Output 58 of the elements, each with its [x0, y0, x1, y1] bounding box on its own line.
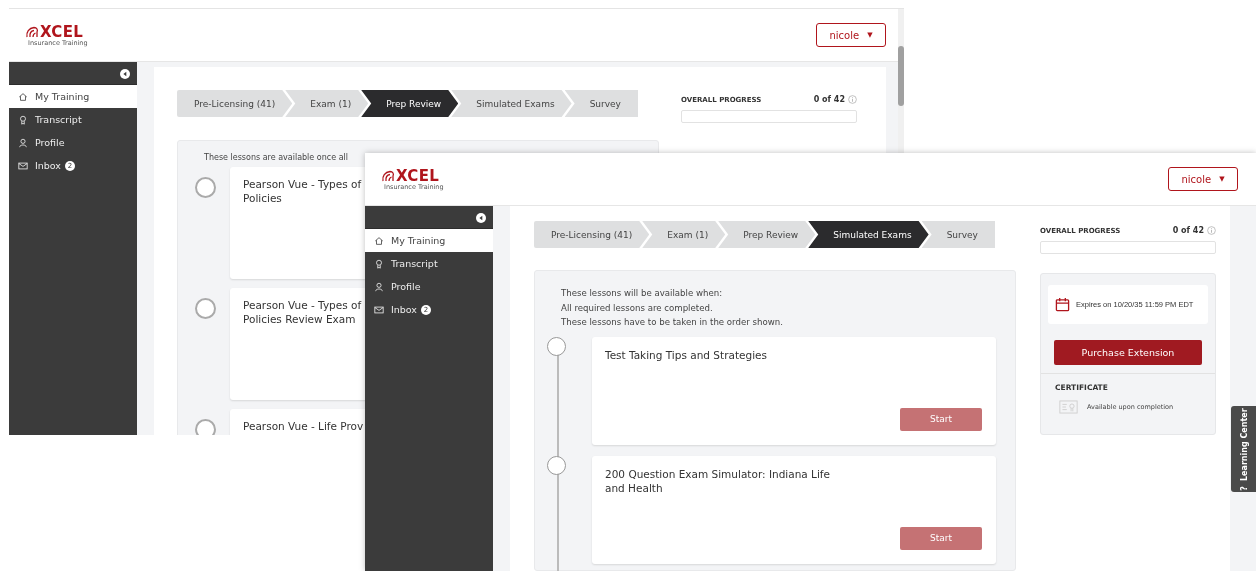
- lesson-status-circle: [195, 298, 216, 319]
- step-tab[interactable]: Survey: [921, 221, 995, 248]
- progress-count: 0 of 42: [1172, 226, 1204, 235]
- ribbon-icon: [18, 114, 28, 125]
- sidebar-item[interactable]: My Training: [365, 229, 493, 252]
- sidebar-item[interactable]: Transcript: [9, 108, 137, 131]
- logo-text: XCEL: [396, 168, 440, 184]
- lesson-status-circle: [195, 177, 216, 198]
- learning-center-tab[interactable]: ? Learning Center: [1231, 406, 1256, 492]
- info-icon[interactable]: [1207, 226, 1216, 235]
- lessons-note: All required lessons are completed.: [561, 301, 714, 315]
- purchase-extension-button[interactable]: Purchase Extension: [1054, 340, 1202, 365]
- sidebar-item-label: My Training: [35, 91, 90, 102]
- sidebar-item-label: Inbox: [391, 304, 417, 315]
- step-tab[interactable]: Survey: [564, 90, 638, 117]
- step-tab[interactable]: Exam (1): [642, 221, 726, 248]
- lesson-title: 200 Question Exam Simulator: Indiana Life and Health: [605, 466, 830, 495]
- sidebar-item[interactable]: Profile: [365, 275, 493, 298]
- lesson-title: Pearson Vue - Types of Policies: [243, 177, 362, 205]
- progress-count: 0 of 42: [813, 95, 845, 104]
- step-tab[interactable]: Exam (1): [285, 90, 369, 117]
- scrollbar[interactable]: [898, 9, 904, 153]
- step-tab[interactable]: Prep Review: [361, 90, 459, 117]
- sidebar-item-label: Transcript: [391, 258, 438, 269]
- person-icon: [18, 137, 28, 148]
- home-icon: [18, 91, 28, 102]
- info-icon[interactable]: [848, 95, 857, 104]
- lessons-note: These lessons have to be taken in the order shown.: [561, 316, 784, 329]
- lessons-note: These lessons are available once all: [204, 153, 349, 162]
- step-tab[interactable]: Prep Review: [718, 221, 816, 248]
- step-tab[interactable]: Pre-Licensing (41): [177, 90, 293, 117]
- lesson-title: Pearson Vue - Types of Policies Review Exam: [243, 298, 362, 326]
- lesson-title: Test Taking Tips and Strategies: [605, 347, 767, 362]
- lesson-status-circle: [547, 455, 566, 475]
- step-tab[interactable]: Simulated Exams: [808, 221, 929, 248]
- lessons-note: These lessons will be available when:: [561, 287, 724, 300]
- mail-icon: [374, 304, 384, 315]
- lesson-status-circle: [547, 336, 566, 356]
- step-tab[interactable]: Pre-Licensing (41): [534, 221, 650, 248]
- collapse-icon[interactable]: [476, 212, 486, 223]
- sidebar-item[interactable]: Profile: [9, 131, 137, 154]
- step-tab[interactable]: Simulated Exams: [451, 90, 572, 117]
- certificate-icon: [1059, 400, 1078, 414]
- calendar-icon: [1055, 297, 1070, 312]
- sidebar-item-label: Inbox: [35, 160, 61, 171]
- collapse-icon[interactable]: [120, 68, 130, 79]
- sidebar-item-label: Profile: [391, 281, 421, 292]
- person-icon: [374, 281, 384, 292]
- sidebar-item-label: Profile: [35, 137, 65, 148]
- sidebar-item-label: My Training: [391, 235, 446, 246]
- mail-icon: [18, 160, 28, 171]
- logo-text: XCEL: [40, 24, 84, 40]
- sidebar-item[interactable]: My Training: [9, 85, 137, 108]
- sidebar-item[interactable]: Transcript: [365, 252, 493, 275]
- home-icon: [374, 235, 384, 246]
- sidebar-item-label: Transcript: [35, 114, 82, 125]
- lesson-title: Pearson Vue - Life Prov: [243, 419, 364, 433]
- ribbon-icon: [374, 258, 384, 269]
